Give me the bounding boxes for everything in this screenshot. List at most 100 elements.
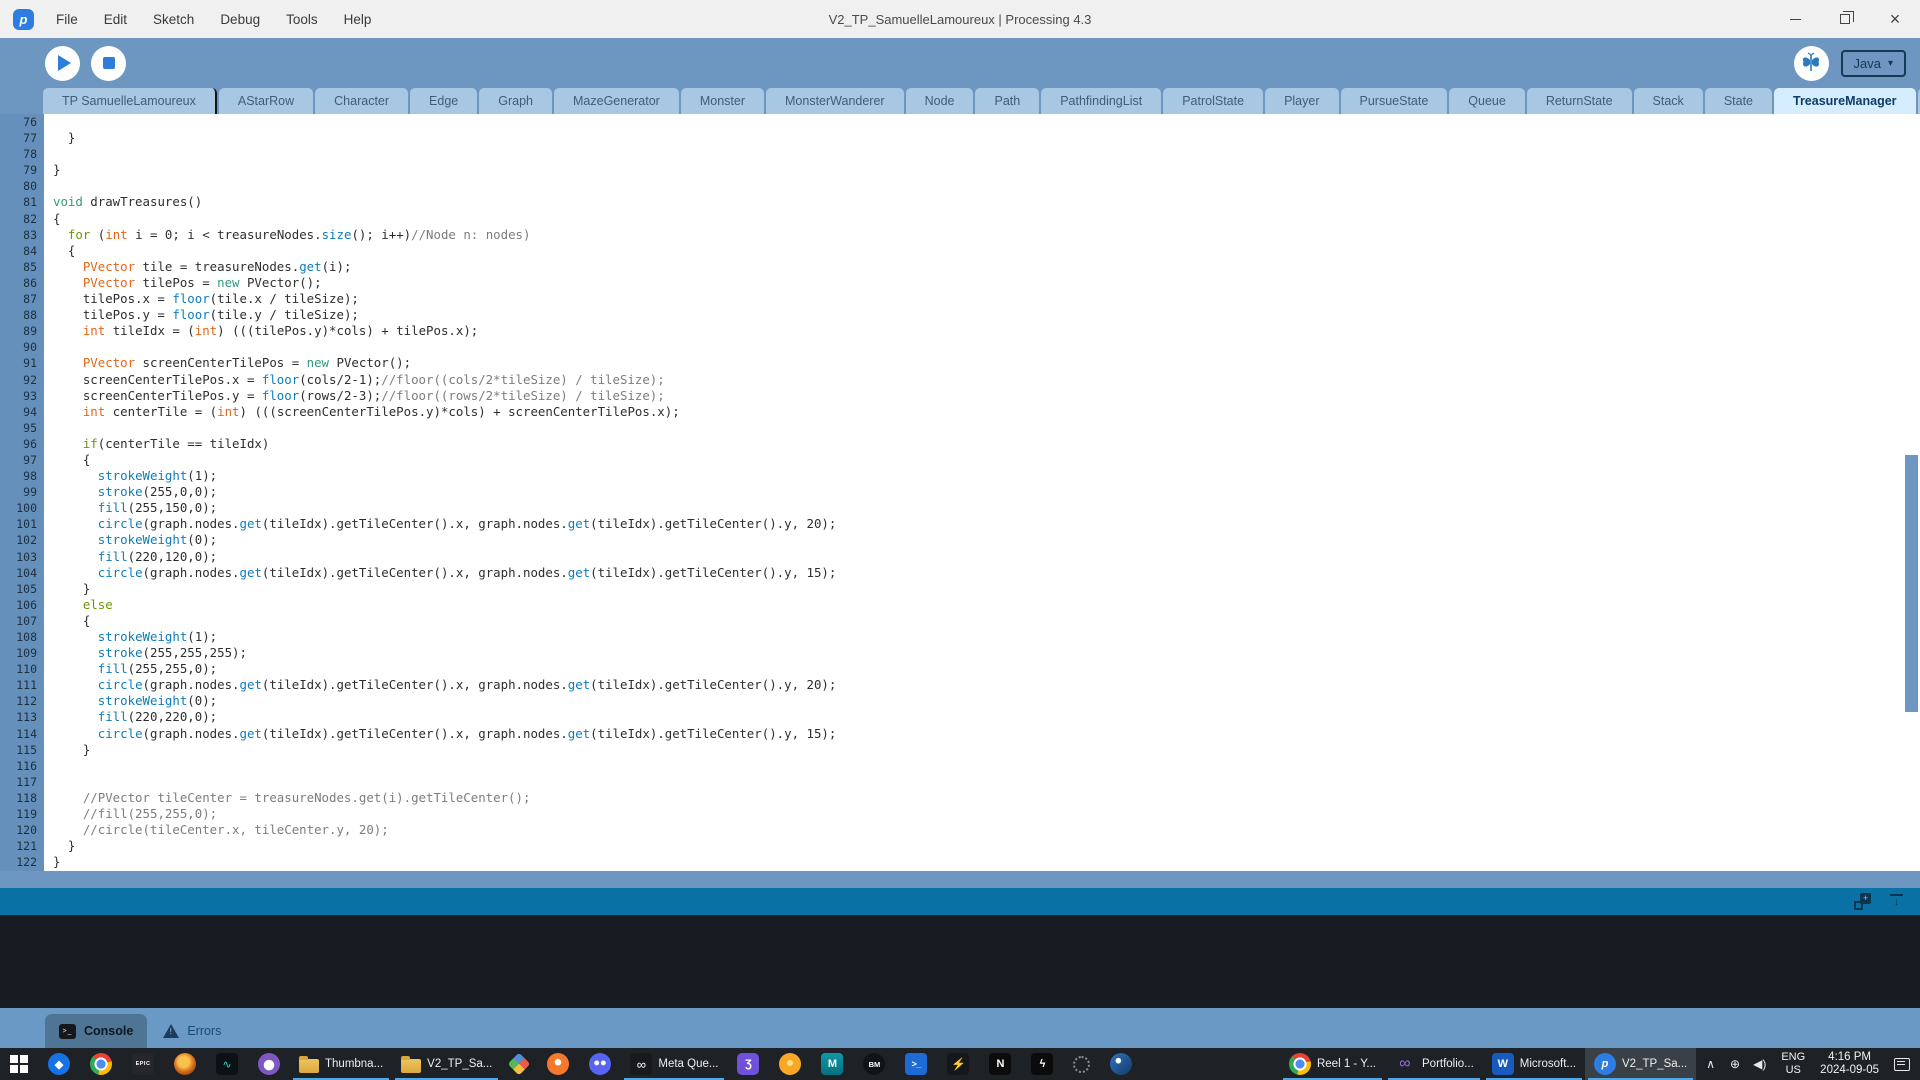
github-desktop-button[interactable] bbox=[248, 1048, 290, 1080]
epic-games-button[interactable]: EPIC bbox=[122, 1048, 164, 1080]
tab-node[interactable]: Node bbox=[906, 88, 974, 114]
line-number: 85 bbox=[0, 259, 44, 275]
battlenet-button[interactable]: ◆ bbox=[38, 1048, 80, 1080]
tab-pathfindinglist[interactable]: PathfindingList bbox=[1041, 88, 1161, 114]
menu-tools[interactable]: Tools bbox=[286, 12, 318, 27]
stop-button[interactable] bbox=[91, 46, 126, 81]
lightning-app-button[interactable]: ⚡ bbox=[937, 1048, 979, 1080]
chrome-button[interactable] bbox=[80, 1048, 122, 1080]
minimize-button[interactable] bbox=[1770, 0, 1820, 38]
chrome-icon bbox=[1289, 1053, 1311, 1075]
code-editor[interactable]: 7677 }7879}8081void drawTreasures()82{83… bbox=[0, 114, 1920, 871]
tab-graph[interactable]: Graph bbox=[479, 88, 552, 114]
clock[interactable]: 4:16 PM 2024-09-05 bbox=[1820, 1051, 1879, 1077]
purple-app-button[interactable]: Ʒ bbox=[727, 1048, 769, 1080]
tab-path[interactable]: Path bbox=[975, 88, 1039, 114]
tab-patrolstate[interactable]: PatrolState bbox=[1163, 88, 1263, 114]
tab-pursuestate[interactable]: PursueState bbox=[1341, 88, 1448, 114]
taskbar-window-label: Meta Que... bbox=[658, 1058, 718, 1070]
powershell-button[interactable]: >_ bbox=[895, 1048, 937, 1080]
processing-window[interactable]: pV2_TP_Sa... bbox=[1585, 1048, 1696, 1080]
menu-help[interactable]: Help bbox=[344, 12, 372, 27]
tab-returnstate[interactable]: ReturnState bbox=[1527, 88, 1632, 114]
window-controls: × bbox=[1770, 0, 1920, 38]
taskbar-window-label: Reel 1 - Y... bbox=[1317, 1058, 1376, 1070]
mode-selector[interactable]: Java ▾ bbox=[1841, 50, 1907, 77]
line-number: 120 bbox=[0, 822, 44, 838]
line-number: 86 bbox=[0, 275, 44, 291]
tray-chevron-icon[interactable]: ∧ bbox=[1706, 1057, 1715, 1071]
kite-app-button[interactable] bbox=[501, 1048, 537, 1080]
game-mascot-button[interactable] bbox=[164, 1048, 206, 1080]
chrome-icon bbox=[90, 1053, 112, 1075]
close-button[interactable]: × bbox=[1870, 0, 1920, 38]
s-app-icon: ϟ bbox=[1031, 1053, 1053, 1075]
tab-stack[interactable]: Stack bbox=[1634, 88, 1703, 114]
console-header-band: + ↓ bbox=[0, 888, 1920, 915]
copy-console-icon[interactable]: + bbox=[1854, 893, 1871, 910]
waveform-app-button[interactable]: ∿ bbox=[206, 1048, 248, 1080]
code-line: 80 bbox=[0, 178, 1920, 194]
menu-file[interactable]: File bbox=[56, 12, 78, 27]
code-line: 112 strokeWeight(0); bbox=[0, 693, 1920, 709]
waveform-app-icon: ∿ bbox=[216, 1053, 238, 1075]
explorer-window-v2tp[interactable]: V2_TP_Sa... bbox=[392, 1048, 501, 1080]
tab-monsterwanderer[interactable]: MonsterWanderer bbox=[766, 88, 904, 114]
kite-app-icon bbox=[508, 1053, 531, 1076]
word-window[interactable]: WMicrosoft... bbox=[1483, 1048, 1585, 1080]
taskbar-left: ◆ EPIC ∿ Thumbna...V2_TP_Sa... ∞Meta Que...Ʒ… bbox=[0, 1048, 1142, 1080]
blender-button[interactable] bbox=[537, 1048, 579, 1080]
line-number: 109 bbox=[0, 645, 44, 661]
menu-debug[interactable]: Debug bbox=[220, 12, 260, 27]
vs-window-portfolio[interactable]: ∞Portfolio... bbox=[1385, 1048, 1483, 1080]
tab-tp-samuellelamoureux[interactable]: TP SamuelleLamoureux bbox=[43, 88, 217, 114]
tab-console[interactable]: >_ Console bbox=[45, 1014, 147, 1048]
tab-state[interactable]: State bbox=[1705, 88, 1772, 114]
tab-errors[interactable]: Errors bbox=[147, 1014, 237, 1048]
maya-button[interactable]: M bbox=[811, 1048, 853, 1080]
code-line: 116 bbox=[0, 758, 1920, 774]
editor-scrollbar[interactable] bbox=[1905, 455, 1918, 712]
tab-mazegenerator[interactable]: MazeGenerator bbox=[554, 88, 679, 114]
run-button[interactable] bbox=[45, 46, 80, 81]
discord-button[interactable] bbox=[579, 1048, 621, 1080]
console-output[interactable] bbox=[0, 915, 1920, 1008]
debug-button[interactable] bbox=[1794, 46, 1829, 81]
code-line: 79} bbox=[0, 162, 1920, 178]
code-text: //PVector tileCenter = treasureNodes.get… bbox=[44, 790, 530, 806]
menu-sketch[interactable]: Sketch bbox=[153, 12, 194, 27]
tab-player[interactable]: Player bbox=[1265, 88, 1338, 114]
notion-button[interactable]: N bbox=[979, 1048, 1021, 1080]
code-line: 85 PVector tile = treasureNodes.get(i); bbox=[0, 259, 1920, 275]
start-button[interactable] bbox=[0, 1048, 38, 1080]
editor-console-divider[interactable] bbox=[0, 871, 1920, 888]
code-line: 88 tilePos.y = floor(tile.y / tileSize); bbox=[0, 307, 1920, 323]
tab-monster[interactable]: Monster bbox=[681, 88, 764, 114]
menu-edit[interactable]: Edit bbox=[104, 12, 127, 27]
maximize-button[interactable] bbox=[1820, 0, 1870, 38]
orange-app-button[interactable] bbox=[769, 1048, 811, 1080]
code-text: } bbox=[44, 130, 75, 146]
line-number: 100 bbox=[0, 500, 44, 516]
chrome-window-reel[interactable]: Reel 1 - Y... bbox=[1280, 1048, 1385, 1080]
network-icon[interactable]: ⊕ bbox=[1730, 1057, 1740, 1071]
volume-icon[interactable]: ◀) bbox=[1753, 1057, 1766, 1071]
code-text: strokeWeight(0); bbox=[44, 532, 217, 548]
code-line: 102 strokeWeight(0); bbox=[0, 532, 1920, 548]
tab-treasuremanager[interactable]: TreasureManager bbox=[1774, 88, 1916, 114]
explorer-window-thumbnails[interactable]: Thumbna... bbox=[290, 1048, 392, 1080]
tab-edge[interactable]: Edge bbox=[410, 88, 477, 114]
tab-character[interactable]: Character bbox=[315, 88, 408, 114]
meta-quest-window[interactable]: ∞Meta Que... bbox=[621, 1048, 727, 1080]
tab-astarrow[interactable]: AStarRow bbox=[219, 88, 313, 114]
code-text: tilePos.x = floor(tile.x / tileSize); bbox=[44, 291, 359, 307]
language-indicator[interactable]: ENG US bbox=[1781, 1051, 1805, 1077]
pending-app-button[interactable] bbox=[1063, 1048, 1100, 1080]
tab-queue[interactable]: Queue bbox=[1449, 88, 1525, 114]
scroll-to-bottom-icon[interactable]: ↓ bbox=[1889, 893, 1904, 910]
code-line: 87 tilePos.x = floor(tile.x / tileSize); bbox=[0, 291, 1920, 307]
steam-button[interactable] bbox=[1100, 1048, 1142, 1080]
action-center-icon[interactable] bbox=[1894, 1058, 1910, 1071]
s-app-button[interactable]: ϟ bbox=[1021, 1048, 1063, 1080]
bm-app-button[interactable]: BM bbox=[853, 1048, 895, 1080]
